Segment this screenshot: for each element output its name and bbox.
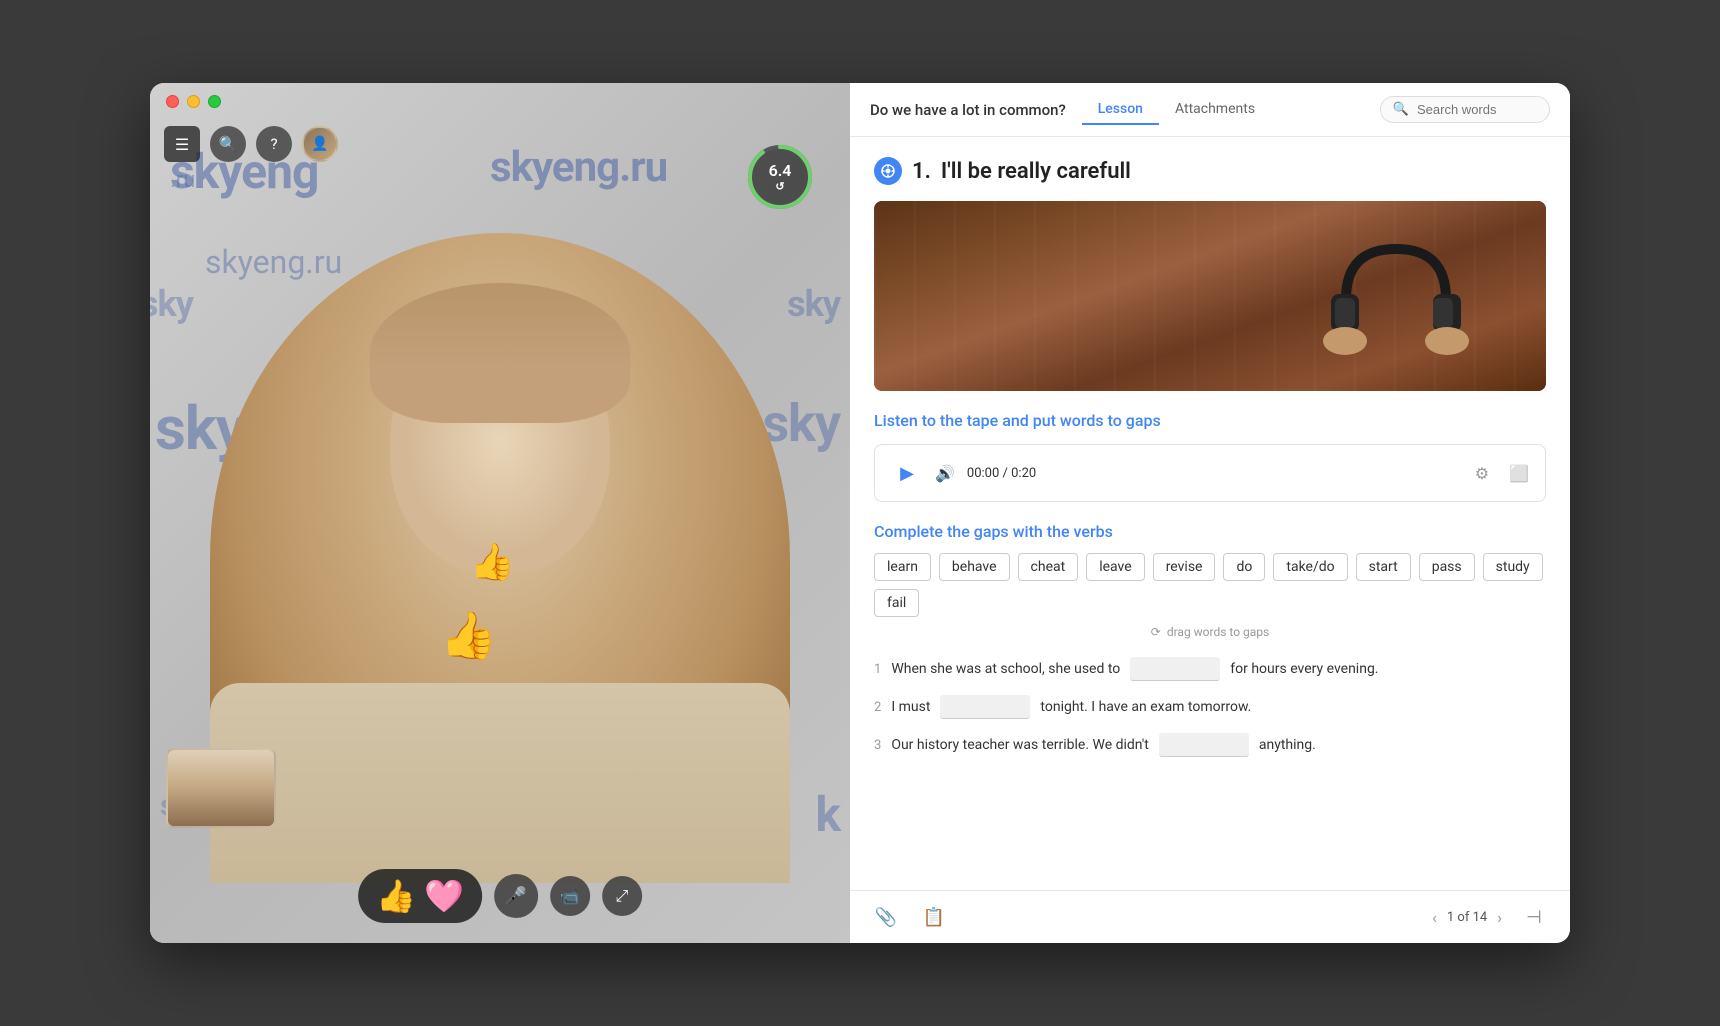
verb-revise[interactable]: revise <box>1153 553 1216 581</box>
sentence-num-3: 3 <box>874 738 881 753</box>
video-panel: skyeng .ru skyeng.ru sky sky skyeng sky … <box>150 83 850 943</box>
hamburger-icon: ☰ <box>175 135 189 154</box>
sentence-3-part-2: anything. <box>1259 737 1316 753</box>
camera-button[interactable]: 📹 <box>550 876 590 916</box>
sentence-3: 3 Our history teacher was terrible. We d… <box>874 733 1546 757</box>
user-avatar[interactable]: 👤 <box>302 126 338 162</box>
headphones-svg <box>1316 229 1476 359</box>
verb-start[interactable]: start <box>1356 553 1411 581</box>
section-title-row: 1. I'll be really carefull <box>874 157 1546 185</box>
audio-player: ▶ 🔊 00:00 / 0:20 ⚙ ⬜ <box>874 444 1546 502</box>
brand-watermark-8: k <box>815 786 840 843</box>
app-window: skyeng .ru skyeng.ru sky sky skyeng sky … <box>150 83 1570 943</box>
play-button[interactable]: ▶ <box>891 457 923 489</box>
fill-blank-2[interactable] <box>940 695 1030 719</box>
student-figure <box>168 750 274 826</box>
audio-expand-icon[interactable]: ⬜ <box>1509 464 1529 483</box>
sentence-2-part-1: I must <box>891 699 930 715</box>
verb-fail[interactable]: fail <box>874 589 919 617</box>
section-heading: I'll be really carefull <box>941 159 1131 184</box>
verb-cheat[interactable]: cheat <box>1018 553 1079 581</box>
headphones-container <box>1316 229 1476 363</box>
fill-blank-3[interactable] <box>1159 733 1249 757</box>
teacher-clothing <box>210 683 790 883</box>
help-button[interactable]: ? <box>256 126 292 162</box>
expand-icon: ⤢ <box>615 886 628 906</box>
drag-icon: ⟳ <box>1151 625 1161 639</box>
volume-icon[interactable]: 🔊 <box>935 464 955 483</box>
video-controls-bar: 👍 🩷 🎤 📹 ⤢ <box>358 869 642 923</box>
help-icon: ? <box>270 135 277 153</box>
drag-hint: ⟳ drag words to gaps <box>874 625 1546 639</box>
brand-watermark-6: sky <box>762 393 840 454</box>
sentence-num-2: 2 <box>874 700 881 715</box>
video-background: skyeng .ru skyeng.ru sky sky skyeng sky … <box>150 83 850 943</box>
video-toolbar: ☰ 🔍 ? 👤 <box>150 119 850 169</box>
reaction-emoji-2: 👍 <box>470 541 515 583</box>
teacher-hair <box>370 283 630 423</box>
close-button[interactable] <box>166 95 179 108</box>
notes-icon[interactable]: 📋 <box>918 901 950 933</box>
verb-study[interactable]: study <box>1483 553 1543 581</box>
lesson-image <box>874 201 1546 391</box>
sentence-2-part-2: tonight. I have an exam tomorrow. <box>1040 699 1251 715</box>
menu-button[interactable]: ☰ <box>164 126 200 162</box>
bottom-bar: 📎 📋 ‹ 1 of 14 › ⊣ <box>850 890 1570 943</box>
drag-hint-text: drag words to gaps <box>1167 625 1269 639</box>
maximize-button[interactable] <box>208 95 221 108</box>
reaction-emoji-1: 👍 <box>440 609 497 663</box>
brand-watermark-3: sky <box>150 283 193 325</box>
section-number: 1. <box>912 159 931 184</box>
attachment-icon[interactable]: 📎 <box>870 901 902 933</box>
sentence-3-part-1: Our history teacher was terrible. We did… <box>891 737 1149 753</box>
search-button[interactable]: 🔍 <box>210 126 246 162</box>
verb-takedo[interactable]: take/do <box>1273 553 1347 581</box>
teacher-face <box>390 313 610 573</box>
section-icon <box>874 157 902 185</box>
thumbs-up-reaction[interactable]: 👍 <box>376 877 416 915</box>
verbs-title: Complete the gaps with the verbs <box>874 522 1546 541</box>
verb-behave[interactable]: behave <box>939 553 1010 581</box>
verbs-grid: learn behave cheat leave revise do take/… <box>874 553 1546 617</box>
exit-button[interactable]: ⊣ <box>1518 901 1550 933</box>
microphone-button[interactable]: 🎤 <box>494 874 538 918</box>
sentence-1: 1 When she was at school, she used to fo… <box>874 657 1546 681</box>
instruction-1: Listen to the tape and put words to gaps <box>874 411 1546 430</box>
verb-do[interactable]: do <box>1223 553 1265 581</box>
page-info: 1 of 14 <box>1447 910 1487 925</box>
verb-pass[interactable]: pass <box>1419 553 1475 581</box>
prev-page-button[interactable]: ‹ <box>1432 908 1437 927</box>
verb-leave[interactable]: leave <box>1086 553 1144 581</box>
next-page-button[interactable]: › <box>1497 908 1502 927</box>
reaction-bar: 👍 🩷 <box>358 869 482 923</box>
expand-button[interactable]: ⤢ <box>602 876 642 916</box>
audio-settings-icon[interactable]: ⚙ <box>1475 464 1489 483</box>
lesson-panel: Do we have a lot in common? Lesson Attac… <box>850 83 1570 943</box>
brand-watermark-4: sky <box>787 283 840 325</box>
brand-watermark-ru-1: .ru <box>170 168 195 193</box>
search-icon: 🔍 <box>219 135 238 153</box>
sentence-num-1: 1 <box>874 662 881 677</box>
lesson-content: 1. I'll be really carefull <box>850 137 1570 890</box>
sentence-1-part-1: When she was at school, she used to <box>891 661 1120 677</box>
pagination: ‹ 1 of 14 › <box>1432 908 1502 927</box>
mini-student-video <box>166 748 276 828</box>
titlebar <box>150 83 1570 119</box>
sentence-1-part-2: for hours every evening. <box>1230 661 1378 677</box>
brand-watermark-ru-2: skyeng.ru <box>205 243 342 281</box>
microphone-icon: 🎤 <box>505 886 527 907</box>
sentences-list: 1 When she was at school, she used to fo… <box>874 657 1546 757</box>
fill-blank-1[interactable] <box>1130 657 1220 681</box>
camera-icon: 📹 <box>560 887 580 906</box>
heart-reaction[interactable]: 🩷 <box>424 877 464 915</box>
minimize-button[interactable] <box>187 95 200 108</box>
verb-learn[interactable]: learn <box>874 553 931 581</box>
audio-time: 00:00 / 0:20 <box>967 466 1036 481</box>
timer-refresh-icon: ↺ <box>769 180 792 193</box>
sentence-2: 2 I must tonight. I have an exam tomorro… <box>874 695 1546 719</box>
